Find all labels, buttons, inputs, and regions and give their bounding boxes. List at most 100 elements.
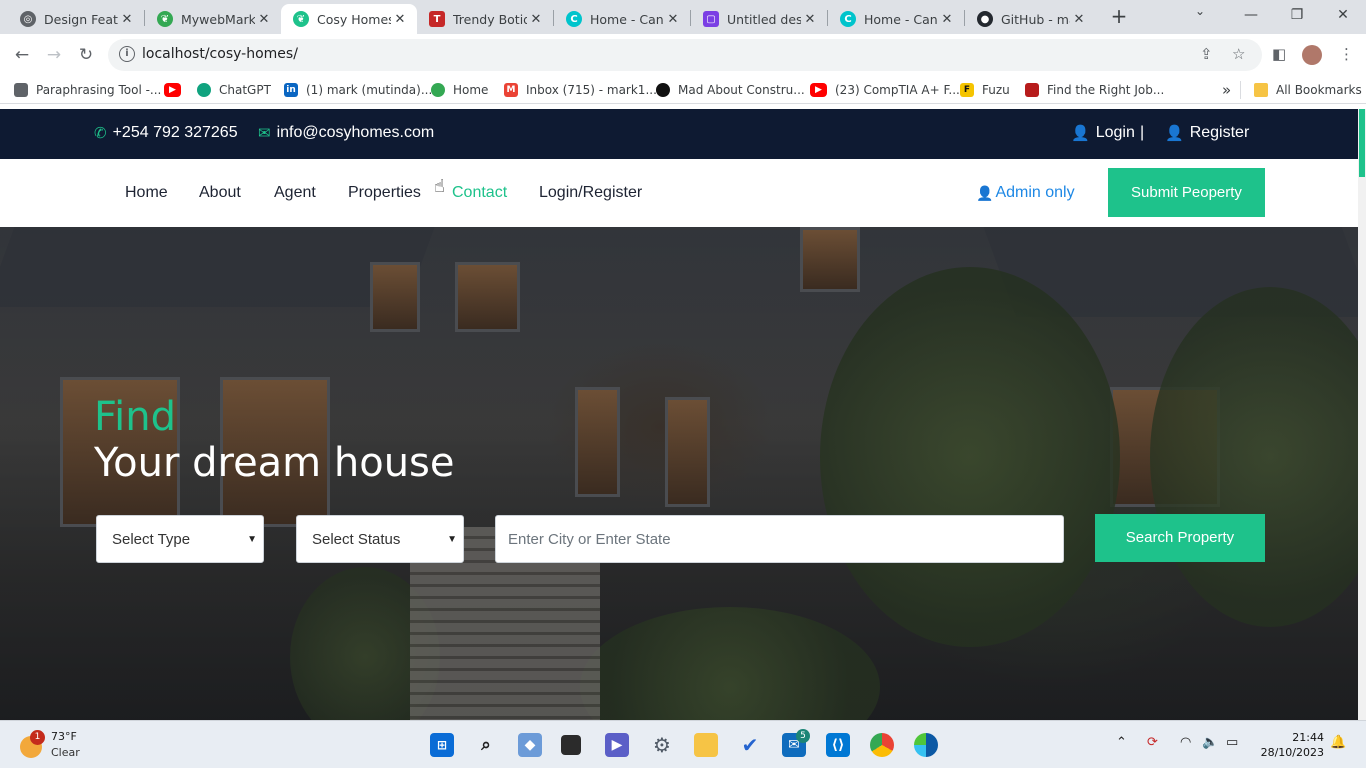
bookmark-item[interactable]: ChatGPT [197,81,271,99]
browser-tab[interactable]: T Trendy Botiq ✕ [417,4,553,34]
leaf-icon [431,83,445,97]
nav-about[interactable]: About [199,184,241,202]
menu-icon[interactable]: ⋮ [1339,45,1354,63]
tab-label: Home - Canv [864,11,938,27]
gmail-icon: M [504,83,518,97]
teams-icon[interactable]: ▶ [605,733,629,757]
browser-toolbar: ← → ↻ i localhost/cosy-homes/ ⇪ ☆ ◧ ⋮ [0,34,1366,76]
hero-kicker: Find [94,394,176,440]
page-scrollbar-thumb[interactable] [1359,109,1365,177]
search-property-button[interactable]: Search Property [1095,514,1265,562]
canva-design-icon: ▢ [703,11,719,27]
todo-check-icon[interactable]: ✔ [738,733,762,757]
fuzu-icon: F [960,83,974,97]
reload-icon[interactable]: ↻ [74,43,98,67]
nav-agent[interactable]: Agent [274,184,316,202]
register-link[interactable]: 👤 Register [1165,124,1249,142]
close-icon[interactable]: ✕ [801,12,819,27]
admin-only-link[interactable]: 👤 Admin only [976,184,1075,202]
address-bar[interactable]: i localhost/cosy-homes/ ⇪ ☆ [108,39,1262,71]
github-icon: ● [977,11,993,27]
edge-icon[interactable] [914,733,938,757]
city-input[interactable] [495,515,1064,563]
status-select-value: Select Status [312,531,401,548]
type-select[interactable]: Select Type ▼ [96,515,264,563]
page-scrollbar[interactable] [1358,109,1366,720]
canva-icon: C [840,11,856,27]
side-panel-icon[interactable]: ◧ [1272,45,1286,63]
forward-icon[interactable]: → [42,43,66,67]
site-info-icon[interactable]: i [119,46,135,62]
bookmark-item[interactable]: in (1) mark (mutinda)... [284,81,432,99]
minimize-icon[interactable]: — [1228,0,1274,34]
nav-properties[interactable]: Properties [348,184,421,202]
bookmark-label: Find the Right Job... [1047,83,1165,97]
tab-label: Home - Canv [590,11,664,27]
speaker-icon[interactable]: 🔈 [1202,735,1218,750]
nav-contact[interactable]: Contact [452,184,507,202]
close-icon[interactable]: ✕ [255,12,273,27]
bookmark-item[interactable]: F Fuzu [960,81,1010,99]
bookmark-item[interactable]: Paraphrasing Tool -... [14,81,161,99]
close-icon[interactable]: ✕ [118,12,136,27]
bookmark-label: ChatGPT [219,83,271,97]
tab-label: MywebMark [181,11,255,27]
browser-tab[interactable]: ● GitHub - ma ✕ [965,4,1096,34]
windows-taskbar: 1 73°F Clear ⊞ ⌕ ◆ ▶ ⚙ ✔ ✉ 5 ⟨⟩ ⌃ ⟳ ◠ 🔈 … [0,720,1366,768]
back-icon[interactable]: ← [10,43,34,67]
browser-tab[interactable]: ❦ MywebMark ✕ [145,4,281,34]
windows-start-icon[interactable]: ⊞ [430,733,454,757]
file-explorer-icon[interactable] [694,733,718,757]
status-select[interactable]: Select Status ▼ [296,515,464,563]
close-window-icon[interactable]: ✕ [1320,0,1366,34]
close-icon[interactable]: ✕ [527,12,545,27]
bookmark-item[interactable]: M Inbox (715) - mark1... [504,81,657,99]
notification-bell-icon[interactable]: 🔔 [1330,735,1346,750]
hand-pointer-icon: ☝ [434,176,445,197]
restore-icon[interactable]: ❐ [1274,0,1320,34]
bookmark-favicon-icon [14,83,28,97]
nav-login-register[interactable]: Login/Register [539,184,642,202]
bookmark-item[interactable]: ▶ (23) CompTIA A+ F... [810,81,960,99]
chevron-up-icon[interactable]: ⌃ [1116,735,1127,750]
system-clock[interactable]: 21:44 28/10/2023 [1258,730,1324,760]
vscode-icon[interactable]: ⟨⟩ [826,733,850,757]
task-view-icon[interactable] [561,735,581,755]
settings-gear-icon[interactable]: ⚙ [650,733,674,757]
share-icon[interactable]: ⇪ [1200,45,1213,63]
bookmark-star-icon[interactable]: ☆ [1232,45,1245,63]
close-icon[interactable]: ✕ [664,12,682,27]
email-contact[interactable]: ✉ info@cosyhomes.com [258,124,434,142]
browser-tab[interactable]: C Home - Canv ✕ [554,4,690,34]
bookmark-item[interactable]: Mad About Constru... [656,81,805,99]
browser-tab[interactable]: C Home - Canv ✕ [828,4,964,34]
bookmark-item[interactable]: Home [431,81,488,99]
profile-avatar[interactable] [1302,45,1322,65]
browser-tab[interactable]: ▢ Untitled desi ✕ [691,4,827,34]
tab-search-icon[interactable]: ⌄ [1195,4,1205,18]
more-bookmarks-button[interactable]: » [1222,81,1231,99]
copilot-icon[interactable]: ◆ [518,733,542,757]
close-icon[interactable]: ✕ [391,12,409,27]
battery-icon[interactable]: ▭ [1226,735,1238,750]
weather-widget[interactable]: 1 73°F Clear [18,728,118,762]
search-icon[interactable]: ⌕ [474,733,498,757]
bookmark-item[interactable]: Find the Right Job... [1025,81,1164,99]
browser-tab[interactable]: ◎ Design Featu ✕ [8,4,144,34]
close-icon[interactable]: ✕ [1070,12,1088,27]
phone-contact[interactable]: ✆ +254 792 327265 [94,124,238,142]
submit-property-button[interactable]: Submit Peoperty [1108,168,1265,217]
login-link[interactable]: 👤 Login [1071,124,1135,142]
close-icon[interactable]: ✕ [938,12,956,27]
chrome-icon[interactable] [870,733,894,757]
wifi-icon[interactable]: ◠ [1180,735,1191,750]
sync-icon[interactable]: ⟳ [1147,735,1158,750]
email-address: info@cosyhomes.com [276,124,435,141]
bookmark-item[interactable]: ▶ [164,81,189,99]
nav-home[interactable]: Home [125,184,168,202]
new-tab-button[interactable]: + [1108,6,1130,28]
type-select-value: Select Type [112,531,191,548]
browser-tab-active[interactable]: ❦ Cosy Homes ✕ [281,4,417,34]
all-bookmarks-button[interactable]: All Bookmarks [1254,81,1362,99]
bookmark-label: Inbox (715) - mark1... [526,83,657,97]
